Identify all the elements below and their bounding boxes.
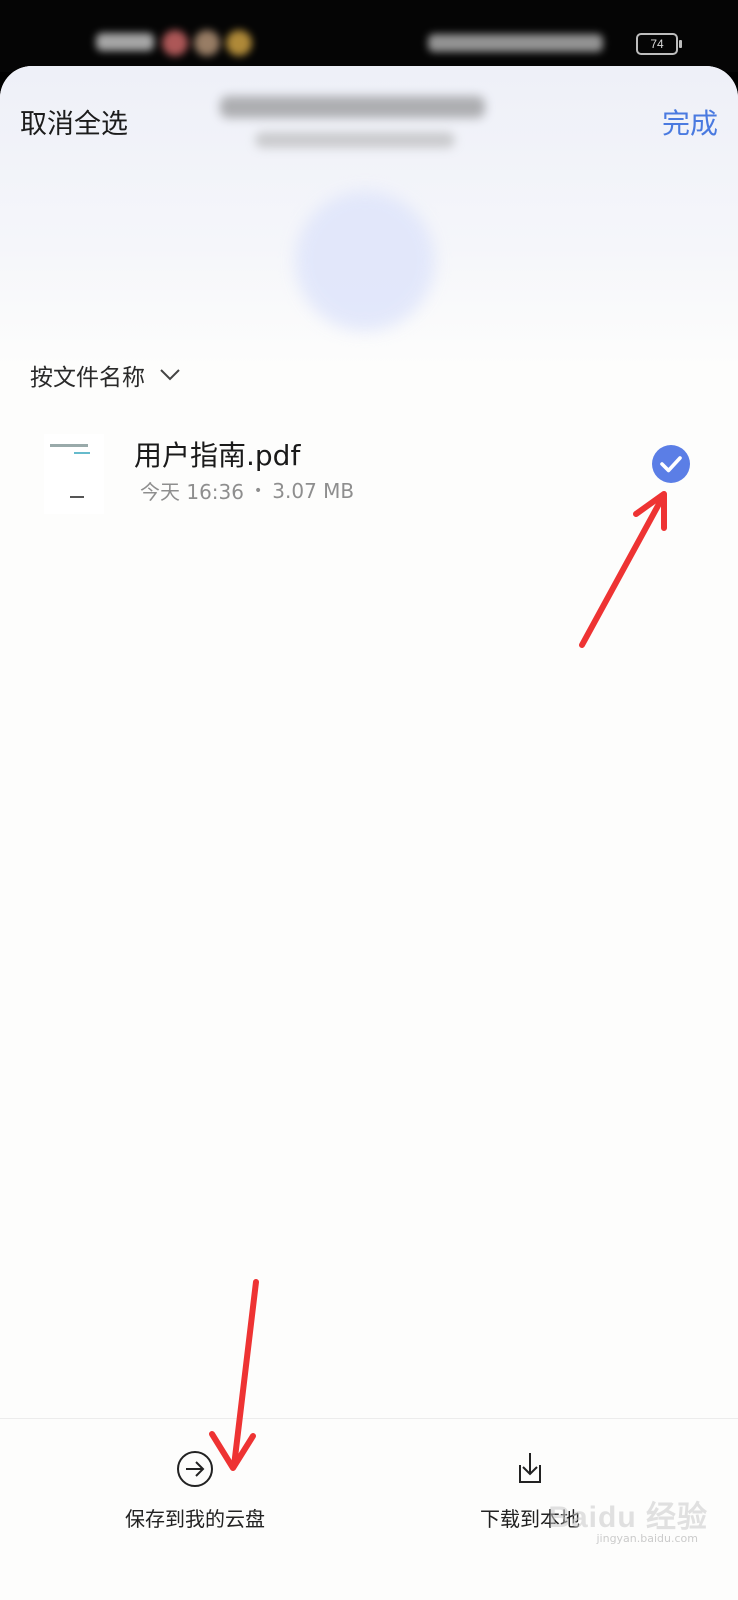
cancel-select-all-button[interactable]: 取消全选 bbox=[20, 102, 128, 141]
battery-icon: 74 bbox=[636, 33, 682, 55]
sort-label: 按文件名称 bbox=[30, 365, 145, 391]
pdf-thumbnail-icon bbox=[44, 434, 104, 514]
save-to-cloud-label: 保存到我的云盘 bbox=[125, 1507, 265, 1531]
signal-wifi-icons bbox=[428, 34, 603, 52]
status-time-and-notifications bbox=[96, 30, 306, 56]
file-size: 3.07 MB bbox=[272, 478, 355, 503]
watermark-url: jingyan.baidu.com bbox=[596, 1532, 698, 1545]
arrow-right-circle-icon bbox=[177, 1451, 213, 1487]
status-bar: 74 bbox=[0, 0, 738, 72]
meta-separator: • bbox=[254, 482, 263, 499]
chevron-down-icon bbox=[160, 369, 180, 381]
file-meta: 今天 16:36 • 3.07 MB bbox=[140, 476, 354, 505]
download-icon bbox=[519, 1453, 541, 1483]
save-to-cloud-button[interactable]: 保存到我的云盘 bbox=[100, 1449, 290, 1532]
done-button[interactable]: 完成 bbox=[662, 102, 718, 142]
selected-check-icon[interactable] bbox=[651, 444, 691, 484]
file-list-item[interactable]: 用户指南.pdf 今天 16:36 • 3.07 MB bbox=[0, 416, 738, 526]
file-name: 用户指南.pdf bbox=[134, 439, 301, 472]
watermark-logo: Baidu 经验 bbox=[548, 1501, 708, 1534]
share-file-sheet: 取消全选 完成 按文件名称 用户指南.pdf 今天 16:36 • 3.07 M… bbox=[0, 66, 738, 1600]
status-indicators: 74 bbox=[428, 30, 682, 56]
sort-by-dropdown[interactable]: 按文件名称 bbox=[30, 358, 181, 392]
file-date: 今天 16:36 bbox=[140, 480, 244, 504]
avatar bbox=[295, 191, 435, 331]
sharer-title-blurred bbox=[215, 88, 490, 158]
